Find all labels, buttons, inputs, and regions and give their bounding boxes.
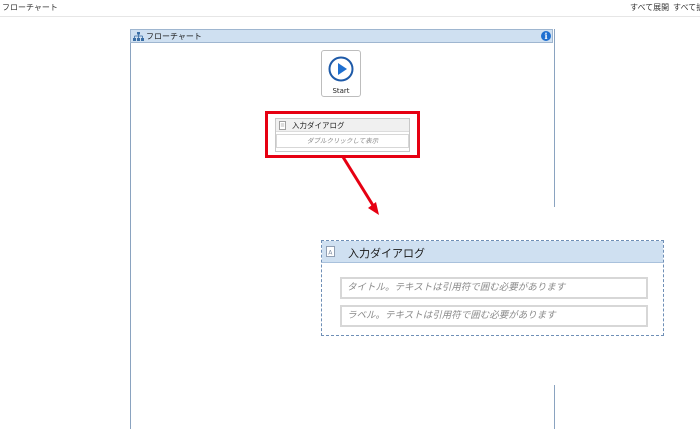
info-icon[interactable]: i [541, 31, 551, 41]
annotation-arrow [341, 156, 379, 215]
flowchart-icon [133, 32, 144, 41]
label-field[interactable]: ラベル。テキストは引用符で囲む必要があります [340, 305, 648, 327]
title-field[interactable]: タイトル。テキストは引用符で囲む必要があります [340, 277, 648, 299]
top-bar [0, 0, 700, 17]
flowchart-title: フローチャート [146, 32, 202, 41]
play-icon [328, 56, 354, 82]
dialog-icon: A [326, 246, 335, 257]
start-label: Start [332, 87, 350, 95]
expand-all-link[interactable]: すべて展開 [630, 2, 669, 13]
collapse-all-link[interactable]: すべて折 [673, 2, 700, 13]
activity-title-expanded: 入力ダイアログ [348, 247, 425, 260]
breadcrumb[interactable]: フローチャート [2, 2, 58, 13]
